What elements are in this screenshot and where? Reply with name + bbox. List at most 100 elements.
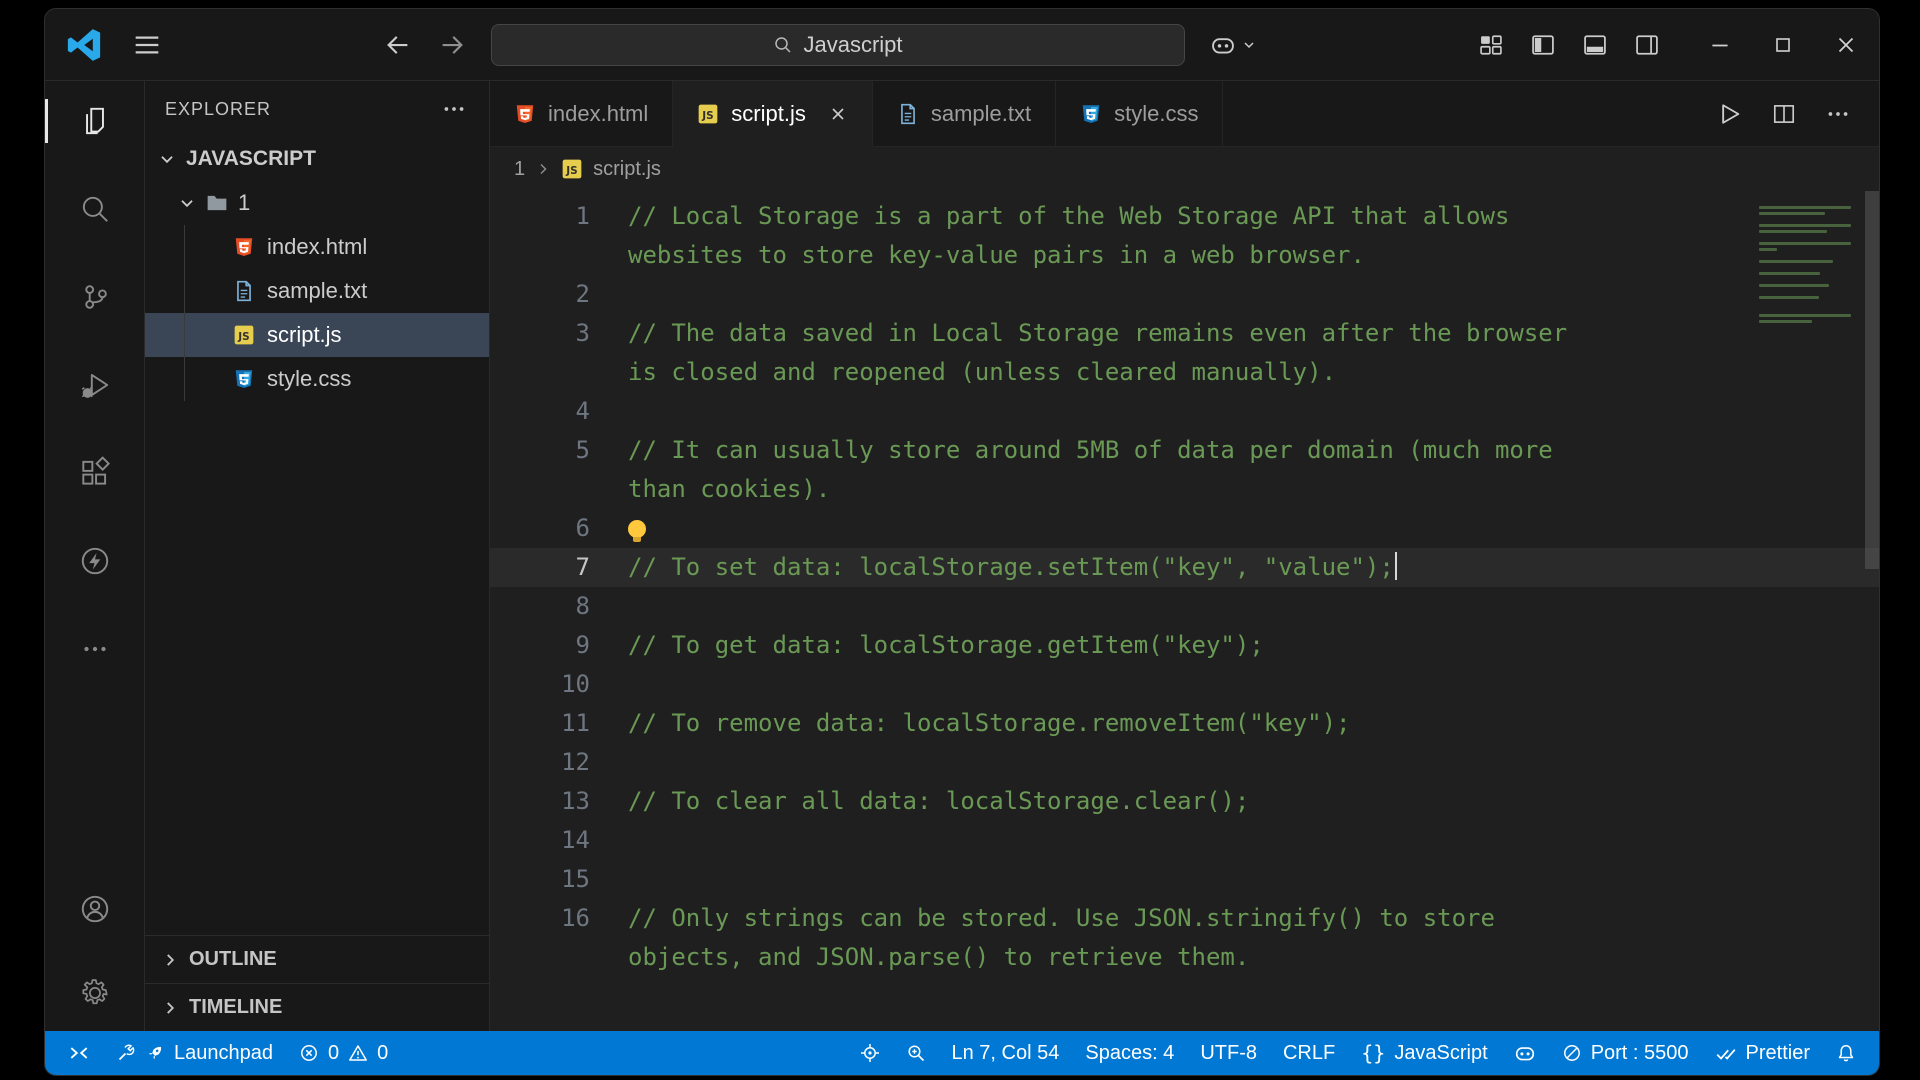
code-line-13[interactable]: 13 // To clear all data: localStorage.cle… [490,782,1879,821]
tab-bar: index.html JS script.js sample.txt style.css [490,81,1879,147]
code-line-14[interactable]: 14 [490,821,1879,860]
code-line-2[interactable]: 2 [490,275,1879,314]
problems-button[interactable]: 00 [286,1031,401,1075]
error-icon [299,1043,319,1063]
file-item-script.js[interactable]: JS script.js [145,313,489,357]
run-code-icon[interactable] [1715,100,1743,128]
code-line-7[interactable]: 7 // To set data: localStorage.setItem("k… [490,548,1879,587]
editor-more-actions-icon[interactable] [1825,101,1851,127]
file-icon-js: JS [697,103,719,125]
file-item-index.html[interactable]: index.html [145,225,489,269]
code-line-10[interactable]: 10 [490,665,1879,704]
toggle-secondary-sidebar-icon[interactable] [1633,31,1661,59]
copilot-status-button[interactable] [1501,1031,1549,1075]
minimap-line [1759,314,1851,317]
status-text: Prettier [1745,1041,1810,1064]
file-icon-css [233,368,255,390]
remote-icon [68,1042,90,1064]
copilot-menu-button[interactable] [1209,31,1257,59]
back-icon[interactable] [383,30,413,60]
zoom-button[interactable] [893,1031,939,1075]
activity-accounts[interactable] [45,885,144,933]
split-editor-icon[interactable] [1771,101,1797,127]
code-line-3[interactable]: 3 // The data saved in Local Storage rema… [490,314,1879,392]
minimap-line [1759,296,1819,299]
remote-button[interactable] [55,1031,103,1075]
braces-icon: {} [1361,1041,1386,1065]
scrollbar-thumb[interactable] [1865,191,1879,569]
status-text: 0 [327,1041,340,1064]
language-mode-button[interactable]: {} JavaScript [1348,1031,1500,1075]
code-line-4[interactable]: 4 [490,392,1879,431]
launchpad-button[interactable]: Launchpad [103,1031,286,1075]
indentation-button[interactable]: Spaces: 4 [1072,1031,1187,1075]
maximize-button[interactable] [1771,33,1795,57]
prettier-button[interactable]: Prettier [1702,1031,1823,1075]
toggle-panel-icon[interactable] [1581,31,1609,59]
forward-icon[interactable] [437,30,467,60]
toggle-primary-sidebar-icon[interactable] [1529,31,1557,59]
explorer-more-actions-icon[interactable] [441,96,467,122]
file-item-style.css[interactable]: style.css [145,357,489,401]
breadcrumb-file[interactable]: script.js [593,158,661,181]
menu-icon[interactable] [131,29,163,61]
activity-explorer[interactable] [45,97,144,145]
status-text: UTF-8 [1200,1041,1257,1064]
target-button[interactable] [847,1031,893,1075]
sidebar-sections: OUTLINE TIMELINE [145,935,489,1031]
cursor-position-button[interactable]: Ln 7, Col 54 [939,1031,1073,1075]
extensions-icon [78,456,112,490]
sidebar-section-timeline[interactable]: TIMELINE [145,983,489,1031]
activity-search[interactable] [45,185,144,233]
close-button[interactable] [1833,32,1859,58]
code-line-16[interactable]: 16 // Only strings can be stored. Use JSO… [490,899,1879,977]
search-icon [773,35,793,55]
notifications-button[interactable] [1823,1031,1869,1075]
line-number: 4 [575,397,590,425]
code-line-9[interactable]: 9 // To get data: localStorage.getItem("k… [490,626,1879,665]
port-button[interactable]: Port : 5500 [1549,1031,1702,1075]
minimap[interactable] [1759,203,1855,326]
code-text: // To get data: localStorage.getItem("ke… [628,631,1264,659]
code-editor[interactable]: 1 // Local Storage is a part of the Web S… [490,191,1879,1031]
minimap-line [1759,272,1820,275]
tab-style.css[interactable]: style.css [1056,81,1224,146]
code-line-5[interactable]: 5 // It can usually store around 5MB of d… [490,431,1879,509]
breadcrumb-folder[interactable]: 1 [514,158,525,181]
minimap-line [1759,284,1829,287]
activity-source-control[interactable] [45,273,144,321]
command-center-search[interactable]: Javascript [491,23,1185,66]
tab-sample.txt[interactable]: sample.txt [872,81,1057,146]
lightbulb-icon[interactable] [628,520,646,542]
activity-more[interactable] [45,625,144,673]
code-line-11[interactable]: 11 // To remove data: localStorage.remove… [490,704,1879,743]
code-line-6[interactable]: 6 [490,509,1879,548]
code-text: // Only strings can be stored. Use JSON.… [628,904,1510,971]
code-line-15[interactable]: 15 [490,860,1879,899]
tab-script.js[interactable]: JS script.js [673,81,873,146]
explorer-sidebar: EXPLORER JAVASCRIPT 1 index.html sample.… [145,81,490,1031]
activity-run-debug[interactable] [45,361,144,409]
tree-item-workspace[interactable]: JAVASCRIPT [145,137,489,181]
tree-item-folder[interactable]: 1 [145,181,489,225]
customize-layout-icon[interactable] [1477,31,1505,59]
close-tab-icon[interactable] [828,104,848,124]
minimize-button[interactable] [1707,32,1733,58]
code-line-8[interactable]: 8 [490,587,1879,626]
sidebar-section-outline[interactable]: OUTLINE [145,935,489,983]
activity-extensions[interactable] [45,449,144,497]
vertical-scrollbar[interactable] [1865,191,1879,1031]
encoding-button[interactable]: UTF-8 [1187,1031,1270,1075]
file-item-sample.txt[interactable]: sample.txt [145,269,489,313]
activity-settings[interactable] [45,969,144,1017]
svg-text:JS: JS [565,165,577,177]
workspace-label: JAVASCRIPT [186,147,316,170]
activity-thunder-client[interactable] [45,537,144,585]
eol-button[interactable]: CRLF [1270,1031,1348,1075]
tab-index.html[interactable]: index.html [490,81,674,146]
code-line-12[interactable]: 12 [490,743,1879,782]
code-line-1[interactable]: 1 // Local Storage is a part of the Web S… [490,197,1879,275]
